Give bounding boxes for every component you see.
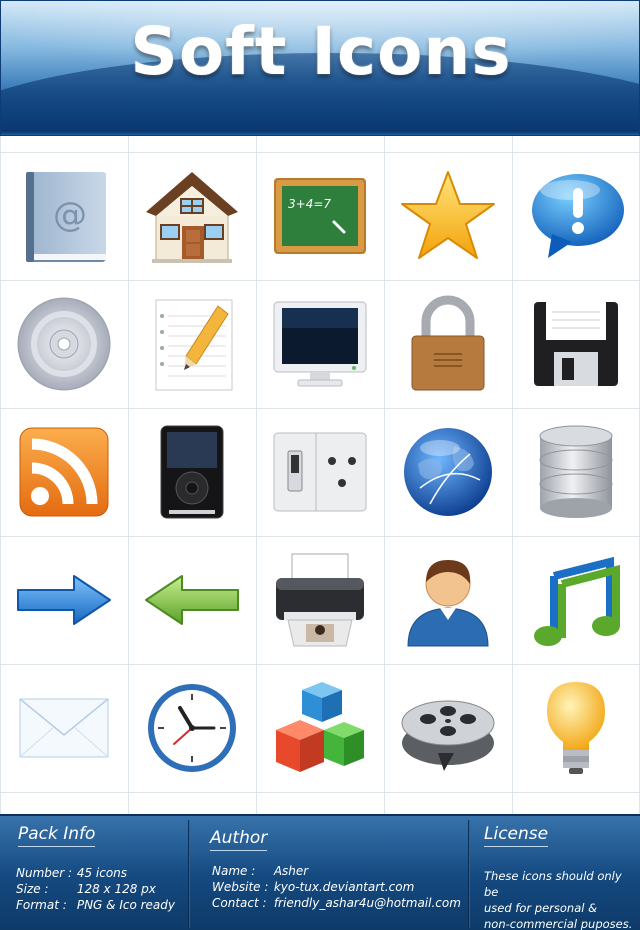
icon-cell[interactable]: 3+4=7 (256, 152, 384, 280)
icon-cell[interactable] (384, 664, 512, 792)
license-line: non-commercial puposes. (484, 917, 633, 930)
switch-socket-icon (273, 432, 367, 512)
pack-info-row: Size : 128 x 128 px (16, 882, 156, 896)
notepad-pencil-icon (155, 299, 233, 391)
svg-text:@: @ (53, 195, 87, 235)
grid-line (0, 792, 640, 793)
license-heading: License (484, 824, 549, 847)
blocks-icon (276, 682, 364, 772)
author-name: Asher (273, 864, 309, 878)
author-row: Name : Asher (212, 864, 308, 878)
pack-info-row: Number : 45 icons (16, 866, 127, 880)
icon-cell[interactable] (128, 536, 256, 664)
padlock-icon (411, 295, 485, 391)
icon-cell[interactable] (384, 152, 512, 280)
arrow-left-icon (145, 575, 239, 625)
icon-cell[interactable] (384, 280, 512, 408)
pack-info-value: 128 x 128 px (76, 882, 156, 896)
database-icon (539, 425, 613, 518)
author-label: Contact : (212, 896, 267, 910)
rss-feed-icon (19, 427, 109, 517)
author-section: Author Name : Asher Website : kyo-tux.de… (190, 816, 468, 930)
cd-disc-icon (17, 297, 111, 391)
page-title: Soft Icons (130, 13, 512, 90)
license-line: used for personal & (484, 901, 598, 915)
pack-info-row: Format : PNG & Ico ready (16, 898, 175, 912)
clock-icon (148, 684, 236, 772)
author-row: Website : kyo-tux.deviantart.com (212, 880, 414, 894)
icon-cell[interactable] (384, 536, 512, 664)
icon-cell[interactable] (256, 536, 384, 664)
speech-bubble-alert-icon (532, 174, 624, 258)
film-reel-icon (401, 700, 495, 771)
icon-cell[interactable] (512, 280, 640, 408)
license-section: License These icons should only be used … (470, 816, 640, 930)
pack-info-value: 45 icons (76, 866, 128, 880)
monitor-icon (273, 301, 367, 387)
header-divider (1, 131, 639, 135)
icon-cell[interactable] (256, 280, 384, 408)
author-website-link[interactable]: kyo-tux.deviantart.com (274, 880, 414, 894)
footer-info-bar: Pack Info Number : 45 icons Size : 128 x… (0, 814, 640, 930)
icon-cell[interactable] (128, 664, 256, 792)
chalkboard-icon: 3+4=7 (274, 178, 366, 254)
icon-cell[interactable] (0, 664, 128, 792)
globe-network-icon (404, 428, 492, 516)
pack-info-label: Size : (16, 882, 49, 896)
icon-cell[interactable] (0, 280, 128, 408)
author-contact-email[interactable]: friendly_ashar4u@hotmail.com (274, 896, 461, 910)
icon-cell[interactable] (256, 664, 384, 792)
icon-cell[interactable] (512, 536, 640, 664)
author-label: Name : (212, 864, 256, 878)
envelope-icon (19, 698, 109, 758)
pack-info-heading: Pack Info (18, 824, 96, 847)
printer-icon (276, 553, 364, 647)
icon-cell[interactable] (512, 152, 640, 280)
pack-info-value: PNG & Ico ready (76, 898, 176, 912)
author-heading: Author (210, 828, 268, 851)
author-row: Contact : friendly_ashar4u@hotmail.com (212, 896, 461, 910)
header-banner: Soft Icons (0, 0, 640, 136)
icon-cell[interactable] (0, 536, 128, 664)
icon-cell[interactable] (256, 408, 384, 536)
home-icon (146, 172, 238, 263)
icon-cell[interactable]: @ (0, 152, 128, 280)
license-text: These icons should only be used for pers… (484, 868, 638, 930)
icon-cell[interactable] (0, 408, 128, 536)
license-line: These icons should only be (484, 869, 622, 899)
light-bulb-icon (547, 682, 605, 774)
icon-cell[interactable] (384, 408, 512, 536)
pack-info-section: Pack Info Number : 45 icons Size : 128 x… (0, 816, 188, 930)
pack-info-label: Number : (16, 866, 73, 880)
icon-cell[interactable] (128, 280, 256, 408)
user-icon (407, 560, 489, 647)
arrow-right-icon (17, 575, 111, 625)
icon-cell[interactable] (512, 664, 640, 792)
icon-cell[interactable] (512, 408, 640, 536)
address-book-icon: @ (26, 172, 106, 262)
svg-text:3+4=7: 3+4=7 (288, 197, 331, 211)
music-notes-icon (534, 556, 620, 646)
floppy-disk-icon (534, 302, 618, 386)
icon-cell[interactable] (128, 408, 256, 536)
icon-grid: @ 3+4=7 (0, 136, 640, 814)
author-label: Website : (212, 880, 269, 894)
pack-info-label: Format : (16, 898, 67, 912)
media-player-icon (160, 425, 224, 519)
star-icon (401, 171, 495, 259)
icon-cell[interactable] (128, 152, 256, 280)
